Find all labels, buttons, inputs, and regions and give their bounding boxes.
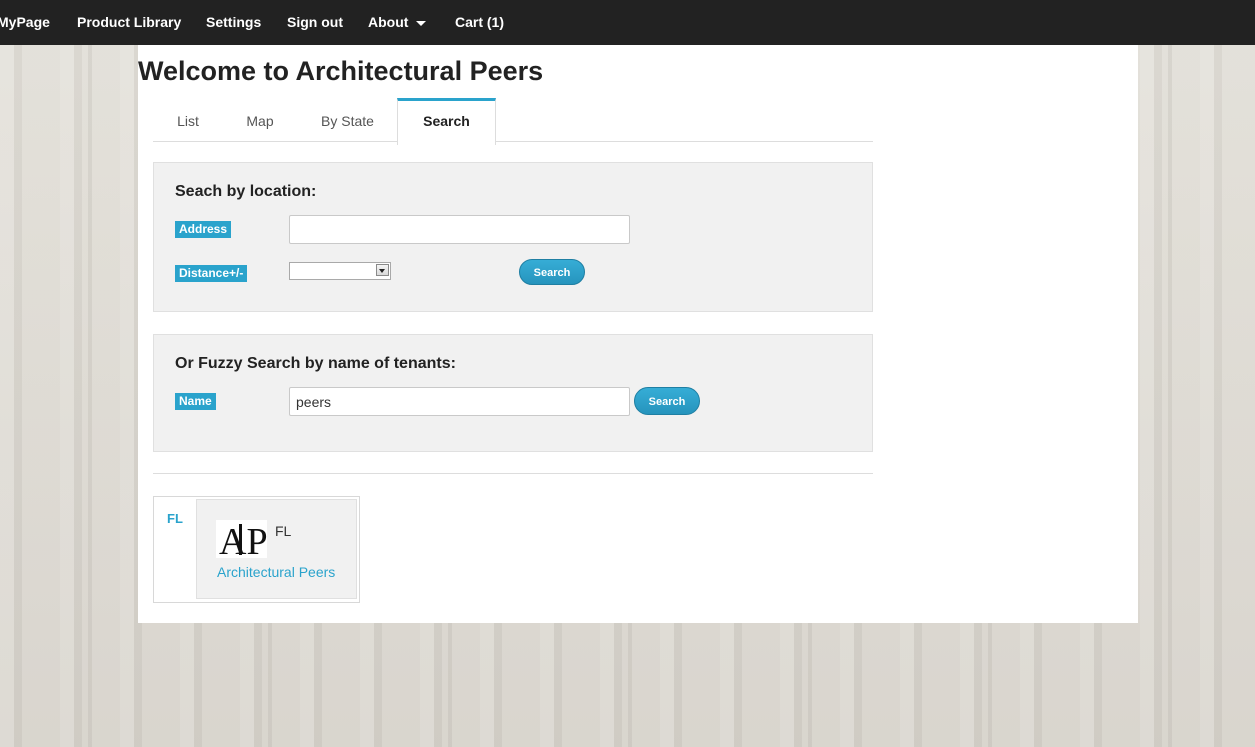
caret-down-icon [416, 20, 427, 26]
page-title: Welcome to Architectural Peers [138, 56, 544, 86]
name-search-box: Or Fuzzy Search by name of tenants: Name… [153, 334, 873, 452]
result-item: AP FL Architectural Peers [196, 499, 357, 599]
nav-settings[interactable]: Settings [206, 0, 261, 45]
tab-map[interactable]: Map [235, 99, 285, 141]
location-search-button[interactable]: Search [519, 259, 585, 285]
location-search-box: Seach by location: Address Distance+/- S… [153, 162, 873, 312]
nav-about-dropdown[interactable]: About [368, 0, 427, 45]
name-search-button[interactable]: Search [634, 387, 700, 415]
name-label: Name [175, 393, 216, 410]
dropdown-arrow-icon[interactable] [376, 264, 389, 276]
svg-text:AP: AP [219, 521, 267, 558]
distance-select[interactable] [289, 262, 391, 280]
nav-about-label: About [368, 14, 409, 30]
nav-product-library[interactable]: Product Library [77, 0, 181, 45]
location-search-title: Seach by location: [175, 183, 317, 200]
address-input[interactable] [289, 215, 630, 244]
nav-sign-out[interactable]: Sign out [287, 0, 343, 45]
tab-search[interactable]: Search [397, 98, 496, 145]
top-navbar: MyPage Product Library Settings Sign out… [0, 0, 1255, 45]
result-state: FL [275, 523, 292, 539]
result-group: FL AP FL Architectural Peers [153, 496, 360, 603]
tabs-underline [153, 141, 873, 142]
nav-mypage[interactable]: MyPage [0, 0, 50, 45]
result-group-state: FL [167, 511, 183, 526]
result-name-link[interactable]: Architectural Peers [217, 564, 335, 580]
name-input[interactable] [289, 387, 630, 416]
address-label: Address [175, 221, 232, 238]
tab-list[interactable]: List [163, 99, 213, 141]
ap-logo-icon: AP [216, 520, 268, 563]
tab-by-state[interactable]: By State [311, 99, 384, 141]
distance-label: Distance+/- [175, 265, 248, 282]
nav-cart[interactable]: Cart (1) [455, 0, 504, 45]
name-search-title: Or Fuzzy Search by name of tenants: [175, 355, 456, 372]
main-panel: Welcome to Architectural Peers List Map … [138, 45, 1138, 623]
company-logo[interactable]: AP [216, 520, 268, 563]
results-divider [153, 473, 873, 474]
